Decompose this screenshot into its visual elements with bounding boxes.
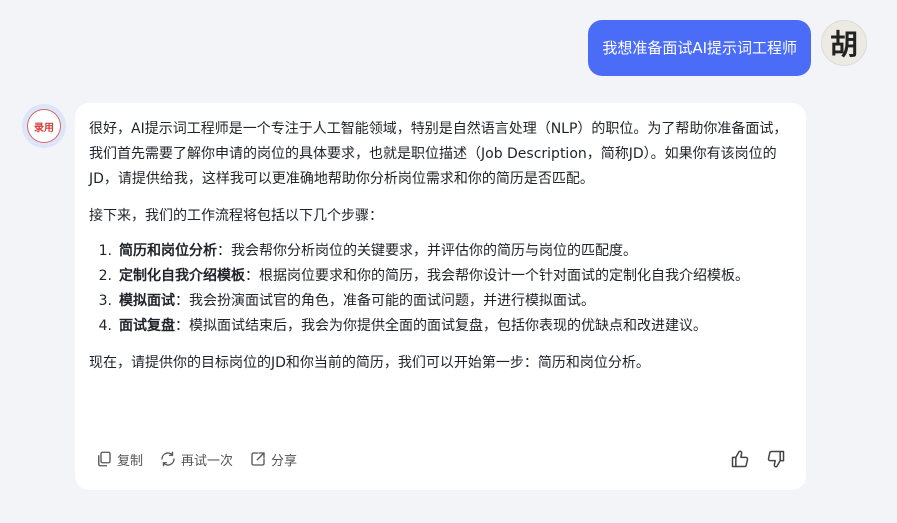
retry-button[interactable]: 再试一次 (159, 450, 233, 469)
retry-icon (161, 451, 175, 467)
list-item: 4. 面试复盘：模拟面试结束后，我会为你提供全面的面试复盘，包括你表现的优缺点和… (89, 314, 792, 339)
share-button[interactable]: 分享 (249, 450, 297, 469)
step-title: 面试复盘 (119, 318, 175, 334)
retry-label: 再试一次 (181, 453, 234, 469)
list-item: 2. 定制化自我介绍模板：根据岗位要求和你的简历，我会帮你设计一个针对面试的定制… (89, 264, 792, 289)
user-avatar[interactable]: 胡 (821, 20, 867, 66)
step-text: ：我会帮你分析岗位的关键要求，并评估你的简历与岗位的匹配度。 (217, 243, 637, 259)
bot-avatar-seal: 录用 (27, 109, 61, 143)
step-text: ：模拟面试结束后，我会为你提供全面的面试复盘，包括你表现的优缺点和改进建议。 (175, 318, 707, 334)
step-text: ：我会扮演面试官的角色，准备可能的面试问题，并进行模拟面试。 (175, 293, 595, 309)
bot-avatar: 录用 (22, 104, 66, 148)
list-item: 1. 简历和岗位分析：我会帮你分析岗位的关键要求，并评估你的简历与岗位的匹配度。 (89, 239, 792, 264)
share-label: 分享 (271, 453, 298, 469)
bot-paragraph-intro: 很好，AI提示词工程师是一个专注于人工智能领域，特别是自然语言处理（NLP）的职… (89, 121, 788, 187)
step-text: ：根据岗位要求和你的简历，我会帮你设计一个针对面试的定制化自我介绍模板。 (245, 268, 749, 284)
step-number: 1. (98, 243, 112, 259)
step-title: 简历和岗位分析 (119, 243, 217, 259)
copy-button[interactable]: 复制 (95, 450, 143, 469)
bot-message-content: 很好，AI提示词工程师是一个专注于人工智能领域，特别是自然语言处理（NLP）的职… (89, 117, 792, 376)
bot-message-card: 很好，AI提示词工程师是一个专注于人工智能领域，特别是自然语言处理（NLP）的职… (75, 103, 806, 490)
step-number: 3. (98, 293, 112, 309)
bot-paragraph-workflow: 接下来，我们的工作流程将包括以下几个步骤： (89, 208, 383, 224)
step-title: 模拟面试 (119, 293, 175, 309)
thumbs-down-icon (767, 450, 785, 468)
user-message-row: 我想准备面试AI提示词工程师 胡 (588, 20, 867, 76)
like-button[interactable] (730, 449, 750, 469)
message-actions-bar: 复制 再试一次 分享 (95, 449, 786, 469)
copy-label: 复制 (117, 453, 144, 469)
steps-list: 1. 简历和岗位分析：我会帮你分析岗位的关键要求，并评估你的简历与岗位的匹配度。… (89, 239, 792, 339)
dislike-button[interactable] (766, 449, 786, 469)
step-number: 4. (98, 318, 112, 334)
step-number: 2. (98, 268, 112, 284)
copy-icon (98, 451, 111, 467)
list-item: 3. 模拟面试：我会扮演面试官的角色，准备可能的面试问题，并进行模拟面试。 (89, 289, 792, 314)
thumbs-up-icon (731, 450, 749, 468)
bot-paragraph-closing: 现在，请提供你的目标岗位的JD和你当前的简历，我们可以开始第一步：简历和岗位分析… (89, 355, 650, 371)
step-title: 定制化自我介绍模板 (119, 268, 245, 284)
share-icon (251, 452, 265, 466)
user-message-bubble: 我想准备面试AI提示词工程师 (588, 20, 811, 76)
